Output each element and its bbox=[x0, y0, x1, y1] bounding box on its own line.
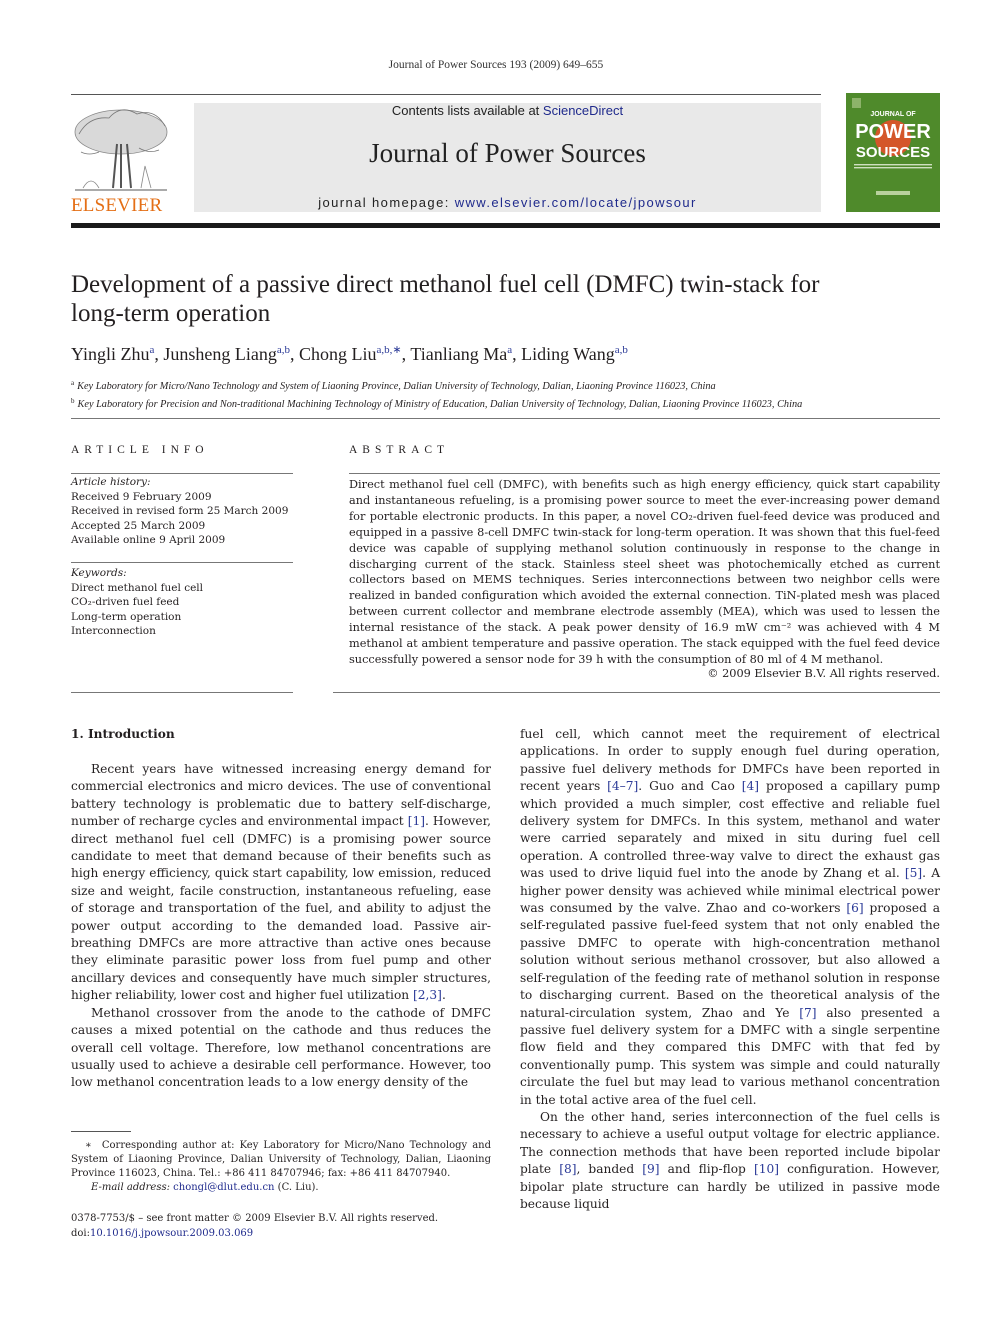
journal-cover-thumbnail[interactable]: JOURNAL OF POWER SOURCES bbox=[846, 93, 940, 212]
affiliations: a Key Laboratory for Micro/Nano Technolog… bbox=[71, 376, 802, 412]
author-list: Yingli Zhua, Junsheng Lianga,b, Chong Li… bbox=[71, 344, 628, 364]
citation-link[interactable]: [4] bbox=[742, 779, 759, 793]
affiliation-key: a bbox=[71, 379, 75, 387]
author-affiliation-link[interactable]: a,b bbox=[277, 344, 290, 356]
body-paragraph: Methanol crossover from the anode to the… bbox=[71, 1005, 491, 1090]
contents-line: Contents lists available at ScienceDirec… bbox=[194, 103, 821, 118]
title-block-rule bbox=[71, 418, 940, 419]
author-affiliation-link[interactable]: a bbox=[150, 344, 155, 356]
history-item: Accepted 25 March 2009 bbox=[71, 519, 206, 532]
masthead-top-rule bbox=[71, 94, 821, 95]
citation-link[interactable]: [5] bbox=[905, 866, 922, 880]
cover-top-line: JOURNAL OF bbox=[870, 111, 916, 118]
email-suffix: (C. Liu). bbox=[274, 1182, 319, 1193]
cover-word-sources: SOURCES bbox=[856, 144, 930, 161]
history-item: Received in revised form 25 March 2009 bbox=[71, 505, 289, 517]
journal-title: Journal of Power Sources bbox=[369, 138, 646, 168]
article-history-label: Article history: bbox=[71, 476, 151, 488]
email-label: E-mail address: bbox=[91, 1182, 174, 1193]
author-email-link[interactable]: chongl@dlut.edu.cn bbox=[173, 1182, 274, 1193]
history-item: Available online 9 April 2009 bbox=[71, 534, 226, 546]
contents-prefix: Contents lists available at bbox=[391, 103, 543, 118]
author-affiliation-link[interactable]: a,b,∗ bbox=[377, 344, 402, 356]
abstract-heading: ABSTRACT bbox=[349, 444, 450, 456]
affiliation-text: Key Laboratory for Precision and Non-tra… bbox=[77, 399, 803, 410]
author-name: Chong Liu bbox=[299, 344, 377, 364]
keywords-rule bbox=[71, 562, 293, 563]
citation-link[interactable]: [4–7] bbox=[607, 779, 638, 793]
keywords-label: Keywords: bbox=[71, 567, 127, 579]
history-item: Received 9 February 2009 bbox=[71, 490, 212, 503]
abstract-top-rule bbox=[349, 473, 940, 474]
author-name: Junsheng Liang bbox=[163, 344, 277, 364]
citation-link[interactable]: [10] bbox=[754, 1162, 779, 1176]
sciencedirect-link[interactable]: ScienceDirect bbox=[543, 103, 623, 118]
affiliation-key: b bbox=[71, 397, 75, 405]
body-paragraph: On the other hand, series interconnectio… bbox=[520, 1109, 941, 1211]
abstract-text: Direct methanol fuel cell (DMFC), with b… bbox=[349, 478, 940, 666]
citation-link[interactable]: [1] bbox=[408, 814, 425, 828]
article-title-line-2: long-term operation bbox=[71, 300, 271, 327]
body-paragraph: Recent years have witnessed increasing e… bbox=[71, 762, 491, 1003]
footnote-rule bbox=[71, 1131, 131, 1132]
journal-homepage-line: journal homepage: www.elsevier.com/locat… bbox=[194, 195, 821, 210]
author-name: Tianliang Ma bbox=[410, 344, 508, 364]
cover-word-power: POWER bbox=[855, 121, 931, 143]
doi-link[interactable]: 10.1016/j.jpowsour.2009.03.069 bbox=[90, 1228, 253, 1239]
abstract-copyright: © 2009 Elsevier B.V. All rights reserved… bbox=[707, 667, 940, 680]
homepage-prefix: journal homepage: bbox=[318, 195, 455, 210]
corresponding-author-footnote: ∗ Corresponding author at: Key Laborator… bbox=[71, 1139, 491, 1195]
citation-link[interactable]: [7] bbox=[799, 1006, 816, 1020]
body-paragraph: fuel cell, which cannot meet the require… bbox=[520, 727, 940, 1107]
footnote-text: Corresponding author at: Key Laboratory … bbox=[71, 1140, 492, 1179]
keyword: Interconnection bbox=[71, 625, 156, 637]
author-affiliation-link[interactable]: a bbox=[507, 344, 512, 356]
article-info-bottom-rule bbox=[71, 692, 293, 693]
front-matter: 0378-7753/$ – see front matter © 2009 El… bbox=[71, 1211, 438, 1241]
author-affiliation-link[interactable]: a,b bbox=[615, 344, 628, 356]
affiliation-text: Key Laboratory for Micro/Nano Technology… bbox=[77, 381, 716, 392]
issn-line: 0378-7753/$ – see front matter © 2009 El… bbox=[71, 1213, 439, 1224]
article-history: Article history: Received 9 February 200… bbox=[71, 475, 288, 548]
author-name: Yingli Zhu bbox=[71, 344, 150, 364]
article-info-heading: ARTICLE INFO bbox=[71, 444, 209, 456]
abstract-bottom-rule bbox=[333, 692, 940, 693]
affiliation-b: b Key Laboratory for Precision and Non-tr… bbox=[71, 394, 802, 412]
elsevier-wordmark[interactable]: ELSEVIER bbox=[71, 195, 162, 217]
keywords: Keywords: Direct methanol fuel cell CO₂-… bbox=[71, 566, 203, 639]
doi-line: doi:10.1016/j.jpowsour.2009.03.069 bbox=[71, 1226, 438, 1241]
citation-link[interactable]: [6] bbox=[846, 901, 863, 915]
citation-link[interactable]: [9] bbox=[642, 1162, 659, 1176]
author-name: Liding Wang bbox=[521, 344, 615, 364]
running-head: Journal of Power Sources 193 (2009) 649–… bbox=[388, 59, 604, 71]
masthead-bottom-rule bbox=[71, 223, 940, 228]
article-title: Development of a passive direct methanol… bbox=[71, 270, 931, 328]
doi-prefix: doi: bbox=[71, 1228, 90, 1239]
journal-cover-art-icon: JOURNAL OF POWER SOURCES bbox=[846, 93, 940, 212]
body-column-right: fuel cell, which cannot meet the require… bbox=[520, 726, 940, 1213]
citation-link[interactable]: [8] bbox=[559, 1162, 576, 1176]
keyword: Direct methanol fuel cell bbox=[71, 581, 204, 594]
keyword: CO₂-driven fuel feed bbox=[71, 596, 180, 608]
citation-link[interactable]: [2,3] bbox=[413, 988, 442, 1002]
body-column-left: Recent years have witnessed increasing e… bbox=[71, 761, 491, 1092]
journal-homepage-link[interactable]: www.elsevier.com/locate/jpowsour bbox=[455, 195, 697, 210]
article-info-rule bbox=[71, 473, 293, 474]
affiliation-a: a Key Laboratory for Micro/Nano Technolog… bbox=[71, 376, 802, 394]
article-title-line-1: Development of a passive direct methanol… bbox=[71, 271, 820, 298]
keyword: Long-term operation bbox=[71, 610, 182, 623]
section-heading-introduction: 1. Introduction bbox=[71, 727, 175, 741]
footnote-marker: ∗ bbox=[85, 1140, 92, 1151]
